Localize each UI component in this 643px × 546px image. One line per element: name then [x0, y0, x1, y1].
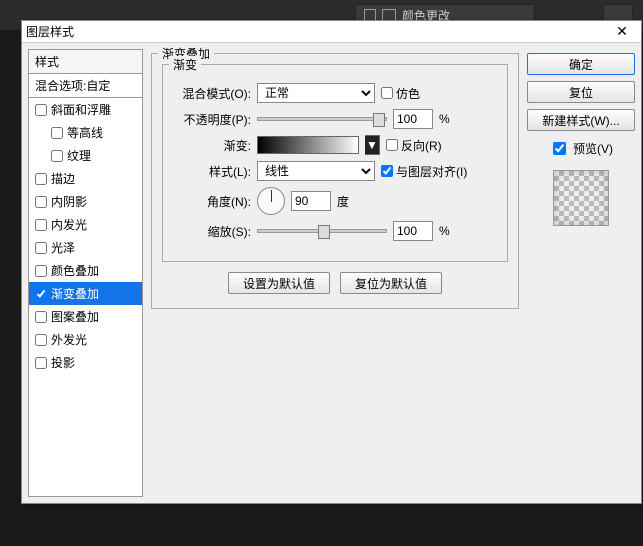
style-item-6[interactable]: 光泽: [29, 236, 142, 259]
dialog-body: 样式 混合选项:自定 斜面和浮雕等高线纹理描边内阴影内发光光泽颜色叠加渐变叠加图…: [22, 43, 641, 503]
opacity-unit: %: [439, 112, 450, 126]
scale-unit: %: [439, 224, 450, 238]
dither-checkbox-input[interactable]: [381, 87, 393, 99]
style-item-3[interactable]: 描边: [29, 167, 142, 190]
preview-label: 预览(V): [573, 140, 613, 157]
options-panel: 渐变叠加 渐变 混合模式(O): 正常 仿色 不透明度(P):: [149, 49, 521, 497]
style-item-10[interactable]: 外发光: [29, 328, 142, 351]
inner-legend: 渐变: [169, 56, 201, 73]
angle-label: 角度(N):: [173, 193, 251, 210]
angle-dial[interactable]: [257, 187, 285, 215]
style-item-8[interactable]: 渐变叠加: [29, 282, 142, 305]
scale-label: 缩放(S):: [173, 223, 251, 240]
style-item-checkbox[interactable]: [35, 219, 47, 231]
make-default-button[interactable]: 设置为默认值: [228, 272, 330, 294]
reset-default-button[interactable]: 复位为默认值: [340, 272, 442, 294]
opacity-input[interactable]: [393, 109, 433, 129]
preview-checkbox[interactable]: [553, 142, 566, 155]
scale-slider[interactable]: [257, 229, 387, 233]
style-select[interactable]: 线性: [257, 161, 375, 181]
style-item-4[interactable]: 内阴影: [29, 190, 142, 213]
style-item-checkbox[interactable]: [35, 288, 47, 300]
close-button[interactable]: ✕: [607, 22, 637, 42]
style-item-checkbox[interactable]: [51, 150, 63, 162]
gradient-overlay-group: 渐变叠加 渐变 混合模式(O): 正常 仿色 不透明度(P):: [151, 53, 519, 309]
blend-options-header[interactable]: 混合选项:自定: [29, 74, 142, 98]
style-item-5[interactable]: 内发光: [29, 213, 142, 236]
style-item-2[interactable]: 纹理: [29, 144, 142, 167]
style-item-label: 外发光: [51, 331, 87, 348]
style-item-11[interactable]: 投影: [29, 351, 142, 374]
style-item-checkbox[interactable]: [35, 104, 47, 116]
style-item-0[interactable]: 斜面和浮雕: [29, 98, 142, 121]
reset-button[interactable]: 复位: [527, 81, 635, 103]
style-item-label: 图案叠加: [51, 308, 99, 325]
style-item-checkbox[interactable]: [35, 265, 47, 277]
style-item-label: 内阴影: [51, 193, 87, 210]
gradient-swatch[interactable]: [257, 136, 359, 154]
style-item-7[interactable]: 颜色叠加: [29, 259, 142, 282]
style-item-checkbox[interactable]: [35, 334, 47, 346]
dither-checkbox[interactable]: 仿色: [381, 85, 420, 102]
style-item-checkbox[interactable]: [51, 127, 63, 139]
style-item-label: 渐变叠加: [51, 285, 99, 302]
angle-unit: 度: [337, 193, 349, 210]
style-item-label: 等高线: [67, 124, 103, 141]
new-style-button[interactable]: 新建样式(W)...: [527, 109, 635, 131]
blend-mode-select[interactable]: 正常: [257, 83, 375, 103]
styles-list: 样式 混合选项:自定 斜面和浮雕等高线纹理描边内阴影内发光光泽颜色叠加渐变叠加图…: [28, 49, 143, 497]
reverse-label: 反向(R): [401, 137, 442, 154]
style-item-1[interactable]: 等高线: [29, 121, 142, 144]
opacity-label: 不透明度(P):: [173, 111, 251, 128]
styles-header[interactable]: 样式: [29, 50, 142, 74]
reverse-checkbox-input[interactable]: [386, 139, 398, 151]
scale-input[interactable]: [393, 221, 433, 241]
style-item-checkbox[interactable]: [35, 173, 47, 185]
reverse-checkbox[interactable]: 反向(R): [386, 137, 442, 154]
dialog-title: 图层样式: [26, 23, 74, 40]
gradient-inner-group: 渐变 混合模式(O): 正常 仿色 不透明度(P): %: [162, 64, 508, 262]
angle-input[interactable]: [291, 191, 331, 211]
style-item-checkbox[interactable]: [35, 242, 47, 254]
layer-style-dialog: 图层样式 ✕ 样式 混合选项:自定 斜面和浮雕等高线纹理描边内阴影内发光光泽颜色…: [21, 20, 642, 504]
style-item-label: 内发光: [51, 216, 87, 233]
style-item-label: 描边: [51, 170, 75, 187]
align-checkbox-input[interactable]: [381, 165, 393, 177]
gradient-label: 渐变:: [173, 137, 251, 154]
style-item-checkbox[interactable]: [35, 196, 47, 208]
style-item-checkbox[interactable]: [35, 357, 47, 369]
gradient-dropdown[interactable]: ▼: [365, 135, 380, 155]
style-label: 样式(L):: [173, 163, 251, 180]
dialog-buttons: 确定 复位 新建样式(W)... 预览(V): [527, 49, 635, 497]
opacity-slider[interactable]: [257, 117, 387, 121]
style-item-label: 斜面和浮雕: [51, 101, 111, 118]
dither-label: 仿色: [396, 85, 420, 102]
preview-swatch: [553, 170, 609, 226]
style-item-label: 纹理: [67, 147, 91, 164]
style-item-label: 投影: [51, 354, 75, 371]
style-item-9[interactable]: 图案叠加: [29, 305, 142, 328]
align-checkbox[interactable]: 与图层对齐(I): [381, 163, 467, 180]
blend-mode-label: 混合模式(O):: [173, 85, 251, 102]
style-item-label: 光泽: [51, 239, 75, 256]
align-label: 与图层对齐(I): [396, 163, 467, 180]
ok-button[interactable]: 确定: [527, 53, 635, 75]
dialog-titlebar: 图层样式 ✕: [22, 21, 641, 43]
style-item-label: 颜色叠加: [51, 262, 99, 279]
style-item-checkbox[interactable]: [35, 311, 47, 323]
